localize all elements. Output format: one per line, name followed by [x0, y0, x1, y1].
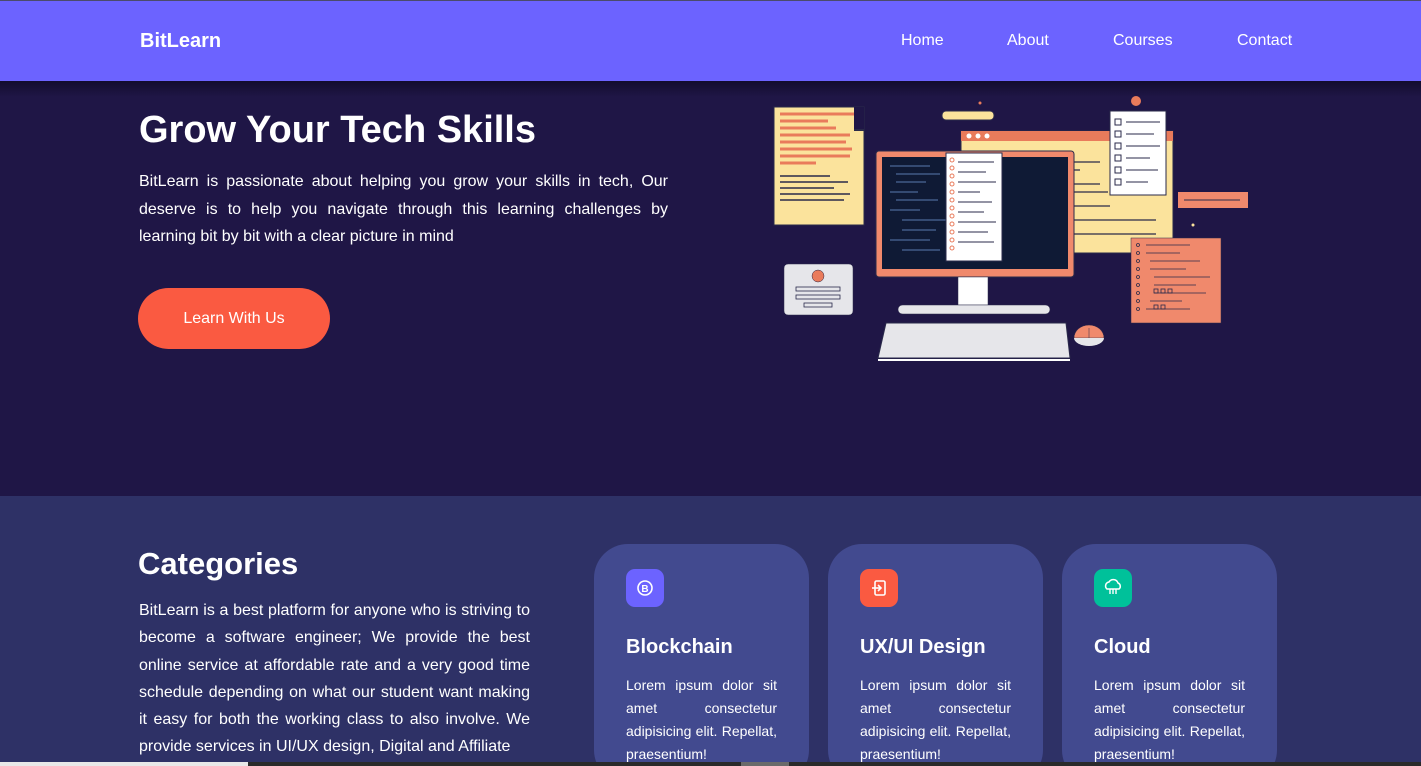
cloud-network-icon [1094, 569, 1132, 607]
hero-description: BitLearn is passionate about helping you… [139, 173, 668, 245]
svg-text:B: B [641, 584, 648, 595]
card-title: UX/UI Design [860, 636, 986, 658]
card-title: Cloud [1094, 636, 1151, 658]
keyboard-illustration [877, 322, 1071, 359]
hero-title: Grow Your Tech Skills [139, 109, 536, 151]
categories-description: BitLearn is a best platform for anyone w… [139, 602, 530, 756]
checklist-illustration [1109, 110, 1167, 196]
card-blockchain[interactable]: B Blockchain Lorem ipsum dolor sit amet … [594, 544, 809, 766]
card-ux-ui-design[interactable]: UX/UI Design Lorem ipsum dolor sit amet … [828, 544, 1043, 766]
card-title: Blockchain [626, 636, 733, 658]
card-text: Lorem ipsum dolor sit amet consectetur a… [626, 677, 777, 762]
monitor-illustration [875, 150, 1075, 315]
navbar: BitLearn Home About Courses Contact [0, 0, 1421, 81]
code-note-right-illustration [1130, 237, 1222, 324]
categories-title: Categories [138, 546, 299, 581]
card-text: Lorem ipsum dolor sit amet consectetur a… [1094, 677, 1245, 762]
nav-link-home[interactable]: Home [901, 32, 944, 50]
code-note-illustration [773, 106, 865, 226]
brand-logo[interactable]: BitLearn [140, 30, 221, 53]
nav-link-about[interactable]: About [1007, 32, 1049, 50]
learn-with-us-button[interactable]: Learn With Us [138, 288, 330, 349]
nav-link-courses[interactable]: Courses [1113, 32, 1173, 50]
card-cloud[interactable]: Cloud Lorem ipsum dolor sit amet consect… [1062, 544, 1277, 766]
profile-card-illustration [783, 263, 854, 316]
card-text: Lorem ipsum dolor sit amet consectetur a… [860, 677, 1011, 762]
scrollbar-thumb[interactable] [741, 762, 789, 766]
bitcoin-icon: B [626, 569, 664, 607]
scrollbar-track [0, 762, 248, 766]
horizontal-scrollbar[interactable] [0, 762, 1421, 766]
nav-link-contact[interactable]: Contact [1237, 32, 1292, 50]
login-icon [860, 569, 898, 607]
mouse-illustration [1073, 324, 1105, 346]
hero-illustration [773, 96, 1248, 361]
